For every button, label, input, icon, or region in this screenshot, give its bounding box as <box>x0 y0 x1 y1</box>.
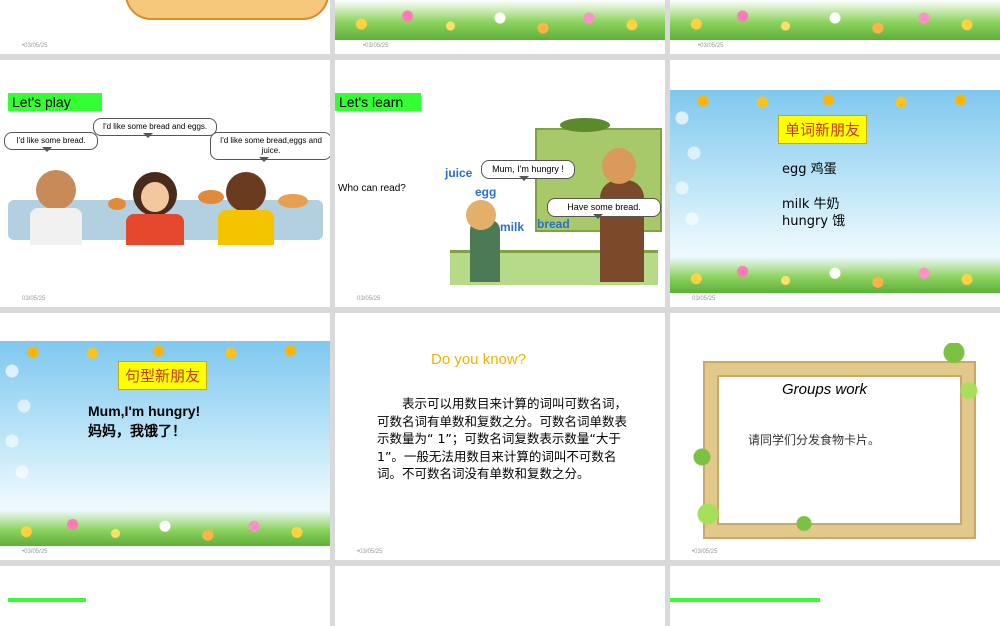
slide-date: 03/05/25 <box>357 296 381 302</box>
explanation-text: 表示可以用数目来计算的词叫可数名词，可数名词有单数和复数之分。可数名词单数表示数… <box>377 396 628 481</box>
slide-thumbnail-bottom-3[interactable] <box>670 566 1000 626</box>
slide-date: •03/05/25 <box>698 43 724 49</box>
speech-bubble-3: I'd like some bread,eggs and juice. <box>210 132 330 162</box>
slide-thumbnail-groups-work[interactable]: Groups work 请同学们分发食物卡片。 •03/05/25 <box>670 313 1000 560</box>
speech-bubble-mum: Have some bread. <box>547 198 661 220</box>
slide-thumbnail-word-friends[interactable]: 单词新朋友 egg 鸡蛋 milk 牛奶 hungry 饿 03/05/25 <box>670 60 1000 307</box>
vocab-line-3: hungry 饿 <box>782 214 846 229</box>
flower-border-bottom <box>670 257 1000 293</box>
sentence-english: Mum,I'm hungry! <box>88 403 201 419</box>
slide-thumbnail-lets-play[interactable]: Let's play I'd like some bread. I'd like… <box>0 60 330 307</box>
word-label-milk: milk <box>500 220 525 234</box>
question-text: Who can read? <box>338 183 406 194</box>
flower-border <box>670 0 1000 40</box>
slide-date: 03/05/25 <box>22 296 46 302</box>
table-illustration <box>125 0 329 20</box>
green-label-edge <box>8 598 86 602</box>
slide-thumbnail-top-2[interactable]: •03/05/25 <box>335 0 665 54</box>
slide-thumbnail-do-you-know[interactable]: Do you know? 表示可以用数目来计算的词叫可数名词，可数名词有单数和复… <box>335 313 665 560</box>
instruction-text: 请同学们分发食物卡片。 <box>748 433 881 447</box>
slide-date: •03/05/25 <box>692 549 718 555</box>
flower-border <box>335 0 665 40</box>
word-label-juice: juice <box>445 166 473 180</box>
word-label-bread: bread <box>537 217 570 231</box>
slide-thumbnail-top-3[interactable]: •03/05/25 <box>670 0 1000 54</box>
slide-thumbnail-bottom-2[interactable] <box>335 566 665 626</box>
slide-thumbnail-sentence-friends[interactable]: 句型新朋友 Mum,I'm hungry! 妈妈，我饿了！ •03/05/25 <box>0 313 330 560</box>
flower-border-bottom <box>0 510 330 546</box>
kids-illustration <box>8 170 323 245</box>
slide-title: Let's play <box>8 93 102 111</box>
flower-border-top <box>0 341 330 363</box>
slide-title: Let's learn <box>335 93 421 111</box>
slide-thumbnail-bottom-1[interactable] <box>0 566 330 626</box>
word-label-egg: egg <box>475 185 497 199</box>
slide-date: •03/05/25 <box>363 43 389 49</box>
slide-title: Do you know? <box>431 351 527 368</box>
flower-border-top <box>670 90 1000 112</box>
slide-date: •03/05/25 <box>357 549 383 555</box>
speech-bubble-1: I'd like some bread. <box>4 132 98 152</box>
slide-date: 03/05/25 <box>692 296 716 302</box>
speech-bubble-kid: Mum, I'm hungry ! <box>481 160 575 182</box>
slide-heading: 句型新朋友 <box>118 361 208 390</box>
slide-thumbnail-lets-learn[interactable]: Let's learn Who can read? Mum, I'm hungr… <box>335 60 665 307</box>
vocab-line-1: egg 鸡蛋 <box>782 162 837 177</box>
slide-date: •03/05/25 <box>22 549 48 555</box>
slide-date: •03/05/25 <box>22 43 48 49</box>
sentence-chinese: 妈妈，我饿了！ <box>88 424 186 440</box>
hearts-decoration <box>670 90 710 230</box>
hearts-decoration <box>0 343 40 483</box>
slide-title: Groups work <box>782 381 868 398</box>
slide-thumbnail-top-1[interactable]: •03/05/25 <box>0 0 330 54</box>
speech-bubble-2: I'd like some bread and eggs. <box>93 118 217 138</box>
green-label-edge <box>670 598 820 602</box>
slide-heading: 单词新朋友 <box>778 115 868 144</box>
